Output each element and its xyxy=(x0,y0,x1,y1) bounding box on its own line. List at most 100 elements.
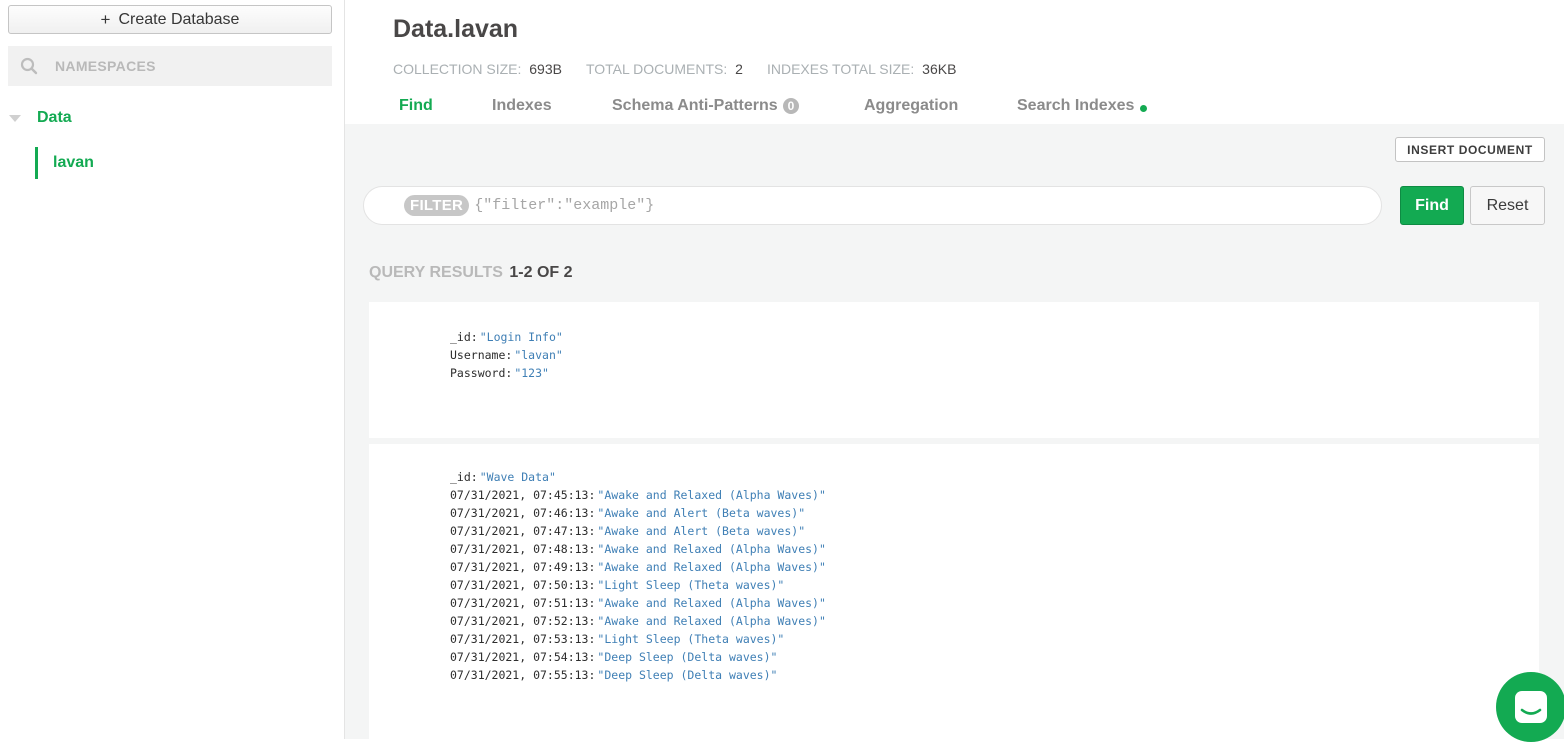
document-field[interactable]: 07/31/2021, 07:46:13: "Awake and Alert (B… xyxy=(450,504,826,522)
document-field[interactable]: _id: "Wave Data" xyxy=(450,468,826,486)
chat-support-button[interactable] xyxy=(1496,672,1564,742)
field-separator: : xyxy=(588,524,596,538)
field-value: "Login Info" xyxy=(479,330,563,344)
main-panel: Data.lavan COLLECTION SIZE: 693B TOTAL D… xyxy=(345,0,1564,744)
document-field[interactable]: 07/31/2021, 07:52:13: "Awake and Relaxed … xyxy=(450,612,826,630)
document-field[interactable]: 07/31/2021, 07:53:13: "Light Sleep (Theta… xyxy=(450,630,826,648)
indexes-size-stat: INDEXES TOTAL SIZE: 36KB xyxy=(767,61,956,77)
total-documents-stat: TOTAL DOCUMENTS: 2 xyxy=(586,61,743,77)
field-value: "Awake and Alert (Beta waves)" xyxy=(597,524,806,538)
field-separator: : xyxy=(588,506,596,520)
tab-indexes[interactable]: Indexes xyxy=(492,97,612,115)
document-card[interactable]: _id: "Login Info" Username: "lavan" Password… xyxy=(369,302,1539,438)
collection-header: Data.lavan COLLECTION SIZE: 693B TOTAL D… xyxy=(345,0,1564,124)
tab-aggregation-label: Aggregation xyxy=(864,97,959,114)
field-value: "lavan" xyxy=(514,348,563,362)
field-value: "Light Sleep (Theta waves)" xyxy=(597,578,785,592)
document-card[interactable]: _id: "Wave Data" 07/31/2021, 07:45:13: "Awa… xyxy=(369,444,1539,744)
field-separator: : xyxy=(588,632,596,646)
field-key: 07/31/2021, 07:53:13 xyxy=(450,632,589,646)
tab-indexes-label: Indexes xyxy=(492,97,552,114)
document-field[interactable]: 07/31/2021, 07:55:13: "Deep Sleep (Delta … xyxy=(450,666,826,684)
plus-icon: + xyxy=(100,9,111,29)
field-separator: : xyxy=(588,668,596,682)
field-value: "Wave Data" xyxy=(479,470,556,484)
document-field[interactable]: 07/31/2021, 07:51:13: "Awake and Relaxed … xyxy=(450,594,826,612)
tab-aggregation[interactable]: Aggregation xyxy=(864,97,1017,115)
field-value: "Awake and Relaxed (Alpha Waves)" xyxy=(597,542,826,556)
document-field[interactable]: Username: "lavan" xyxy=(450,346,563,364)
caret-down-icon[interactable] xyxy=(9,114,21,122)
collection-stats: COLLECTION SIZE: 693B TOTAL DOCUMENTS: 2… xyxy=(393,61,980,77)
total-documents-label: TOTAL DOCUMENTS: xyxy=(585,61,728,77)
document-field[interactable]: 07/31/2021, 07:50:13: "Light Sleep (Theta… xyxy=(450,576,826,594)
namespace-search-input[interactable] xyxy=(53,57,313,75)
field-value: "Awake and Relaxed (Alpha Waves)" xyxy=(597,614,826,628)
document-field[interactable]: Password: "123" xyxy=(450,364,563,382)
document-field[interactable]: 07/31/2021, 07:45:13: "Awake and Relaxed … xyxy=(450,486,826,504)
document-field[interactable]: 07/31/2021, 07:48:13: "Awake and Relaxed … xyxy=(450,540,826,558)
field-key: 07/31/2021, 07:54:13 xyxy=(450,650,589,664)
field-separator: : xyxy=(588,560,596,574)
create-database-button[interactable]: + Create Database xyxy=(8,5,332,34)
field-key: 07/31/2021, 07:48:13 xyxy=(450,542,589,556)
field-separator: : xyxy=(588,650,596,664)
query-results-label: QUERY RESULTS xyxy=(369,264,503,281)
field-key: 07/31/2021, 07:47:13 xyxy=(450,524,589,538)
find-button[interactable]: Find xyxy=(1400,186,1464,225)
tab-schema-anti-patterns[interactable]: Schema Anti-Patterns 0 xyxy=(612,97,864,115)
document-field[interactable]: _id: "Login Info" xyxy=(450,328,563,346)
sidebar: + Create Database Data lavan xyxy=(0,0,345,739)
field-key: 07/31/2021, 07:52:13 xyxy=(450,614,589,628)
status-dot-icon xyxy=(1140,104,1148,112)
field-separator: : xyxy=(588,542,596,556)
schema-count-badge: 0 xyxy=(782,98,800,114)
document-fields: _id: "Wave Data" 07/31/2021, 07:45:13: "Awa… xyxy=(450,468,826,684)
field-value: "Awake and Relaxed (Alpha Waves)" xyxy=(597,488,826,502)
field-value: "123" xyxy=(514,366,549,380)
total-documents-value: 2 xyxy=(735,61,743,77)
field-value: "Awake and Relaxed (Alpha Waves)" xyxy=(597,560,826,574)
indexes-size-value: 36KB xyxy=(922,61,957,77)
field-separator: : xyxy=(588,614,596,628)
field-separator: : xyxy=(505,348,513,362)
sidebar-item-database[interactable]: Data xyxy=(0,104,344,132)
insert-document-button[interactable]: INSERT DOCUMENT xyxy=(1395,137,1545,162)
field-value: "Light Sleep (Theta waves)" xyxy=(597,632,785,646)
field-key: 07/31/2021, 07:46:13 xyxy=(450,506,589,520)
collection-tabs: Find Indexes Schema Anti-Patterns 0 Aggr… xyxy=(399,97,1148,115)
document-field[interactable]: 07/31/2021, 07:49:13: "Awake and Relaxed … xyxy=(450,558,826,576)
tab-find[interactable]: Find xyxy=(399,97,492,115)
field-separator: : xyxy=(470,470,478,484)
field-value: "Deep Sleep (Delta waves)" xyxy=(597,668,778,682)
field-key: 07/31/2021, 07:50:13 xyxy=(450,578,589,592)
query-results-header: QUERY RESULTS 1-2 OF 2 xyxy=(369,264,573,282)
collection-size-stat: COLLECTION SIZE: 693B xyxy=(393,61,562,77)
field-key: 07/31/2021, 07:55:13 xyxy=(450,668,589,682)
filter-input[interactable] xyxy=(472,196,1353,215)
field-key: _id xyxy=(450,470,471,484)
collection-size-label: COLLECTION SIZE: xyxy=(393,61,522,77)
create-database-label: Create Database xyxy=(118,10,240,28)
database-name: Data xyxy=(37,109,72,126)
field-key: 07/31/2021, 07:49:13 xyxy=(450,560,589,574)
reset-button[interactable]: Reset xyxy=(1470,186,1545,225)
field-key: Password xyxy=(450,366,506,380)
field-value: "Deep Sleep (Delta waves)" xyxy=(597,650,778,664)
tab-search-indexes-label: Search Indexes xyxy=(1017,97,1135,114)
query-results-range: 1-2 OF 2 xyxy=(509,264,573,281)
document-field[interactable]: 07/31/2021, 07:54:13: "Deep Sleep (Delta … xyxy=(450,648,826,666)
document-fields: _id: "Login Info" Username: "lavan" Password… xyxy=(450,328,563,382)
sidebar-item-collection[interactable]: lavan xyxy=(35,147,335,179)
field-key: 07/31/2021, 07:45:13 xyxy=(450,488,589,502)
field-separator: : xyxy=(470,330,478,344)
namespace-search xyxy=(8,46,332,86)
field-separator: : xyxy=(588,596,596,610)
tab-search-indexes[interactable]: Search Indexes xyxy=(1017,97,1148,115)
query-content: INSERT DOCUMENT FILTER Find Reset QUERY … xyxy=(345,124,1564,744)
page-title: Data.lavan xyxy=(393,15,519,43)
document-field[interactable]: 07/31/2021, 07:47:13: "Awake and Alert (B… xyxy=(450,522,826,540)
field-separator: : xyxy=(588,488,596,502)
collection-name: lavan xyxy=(53,154,94,171)
field-value: "Awake and Alert (Beta waves)" xyxy=(597,506,806,520)
